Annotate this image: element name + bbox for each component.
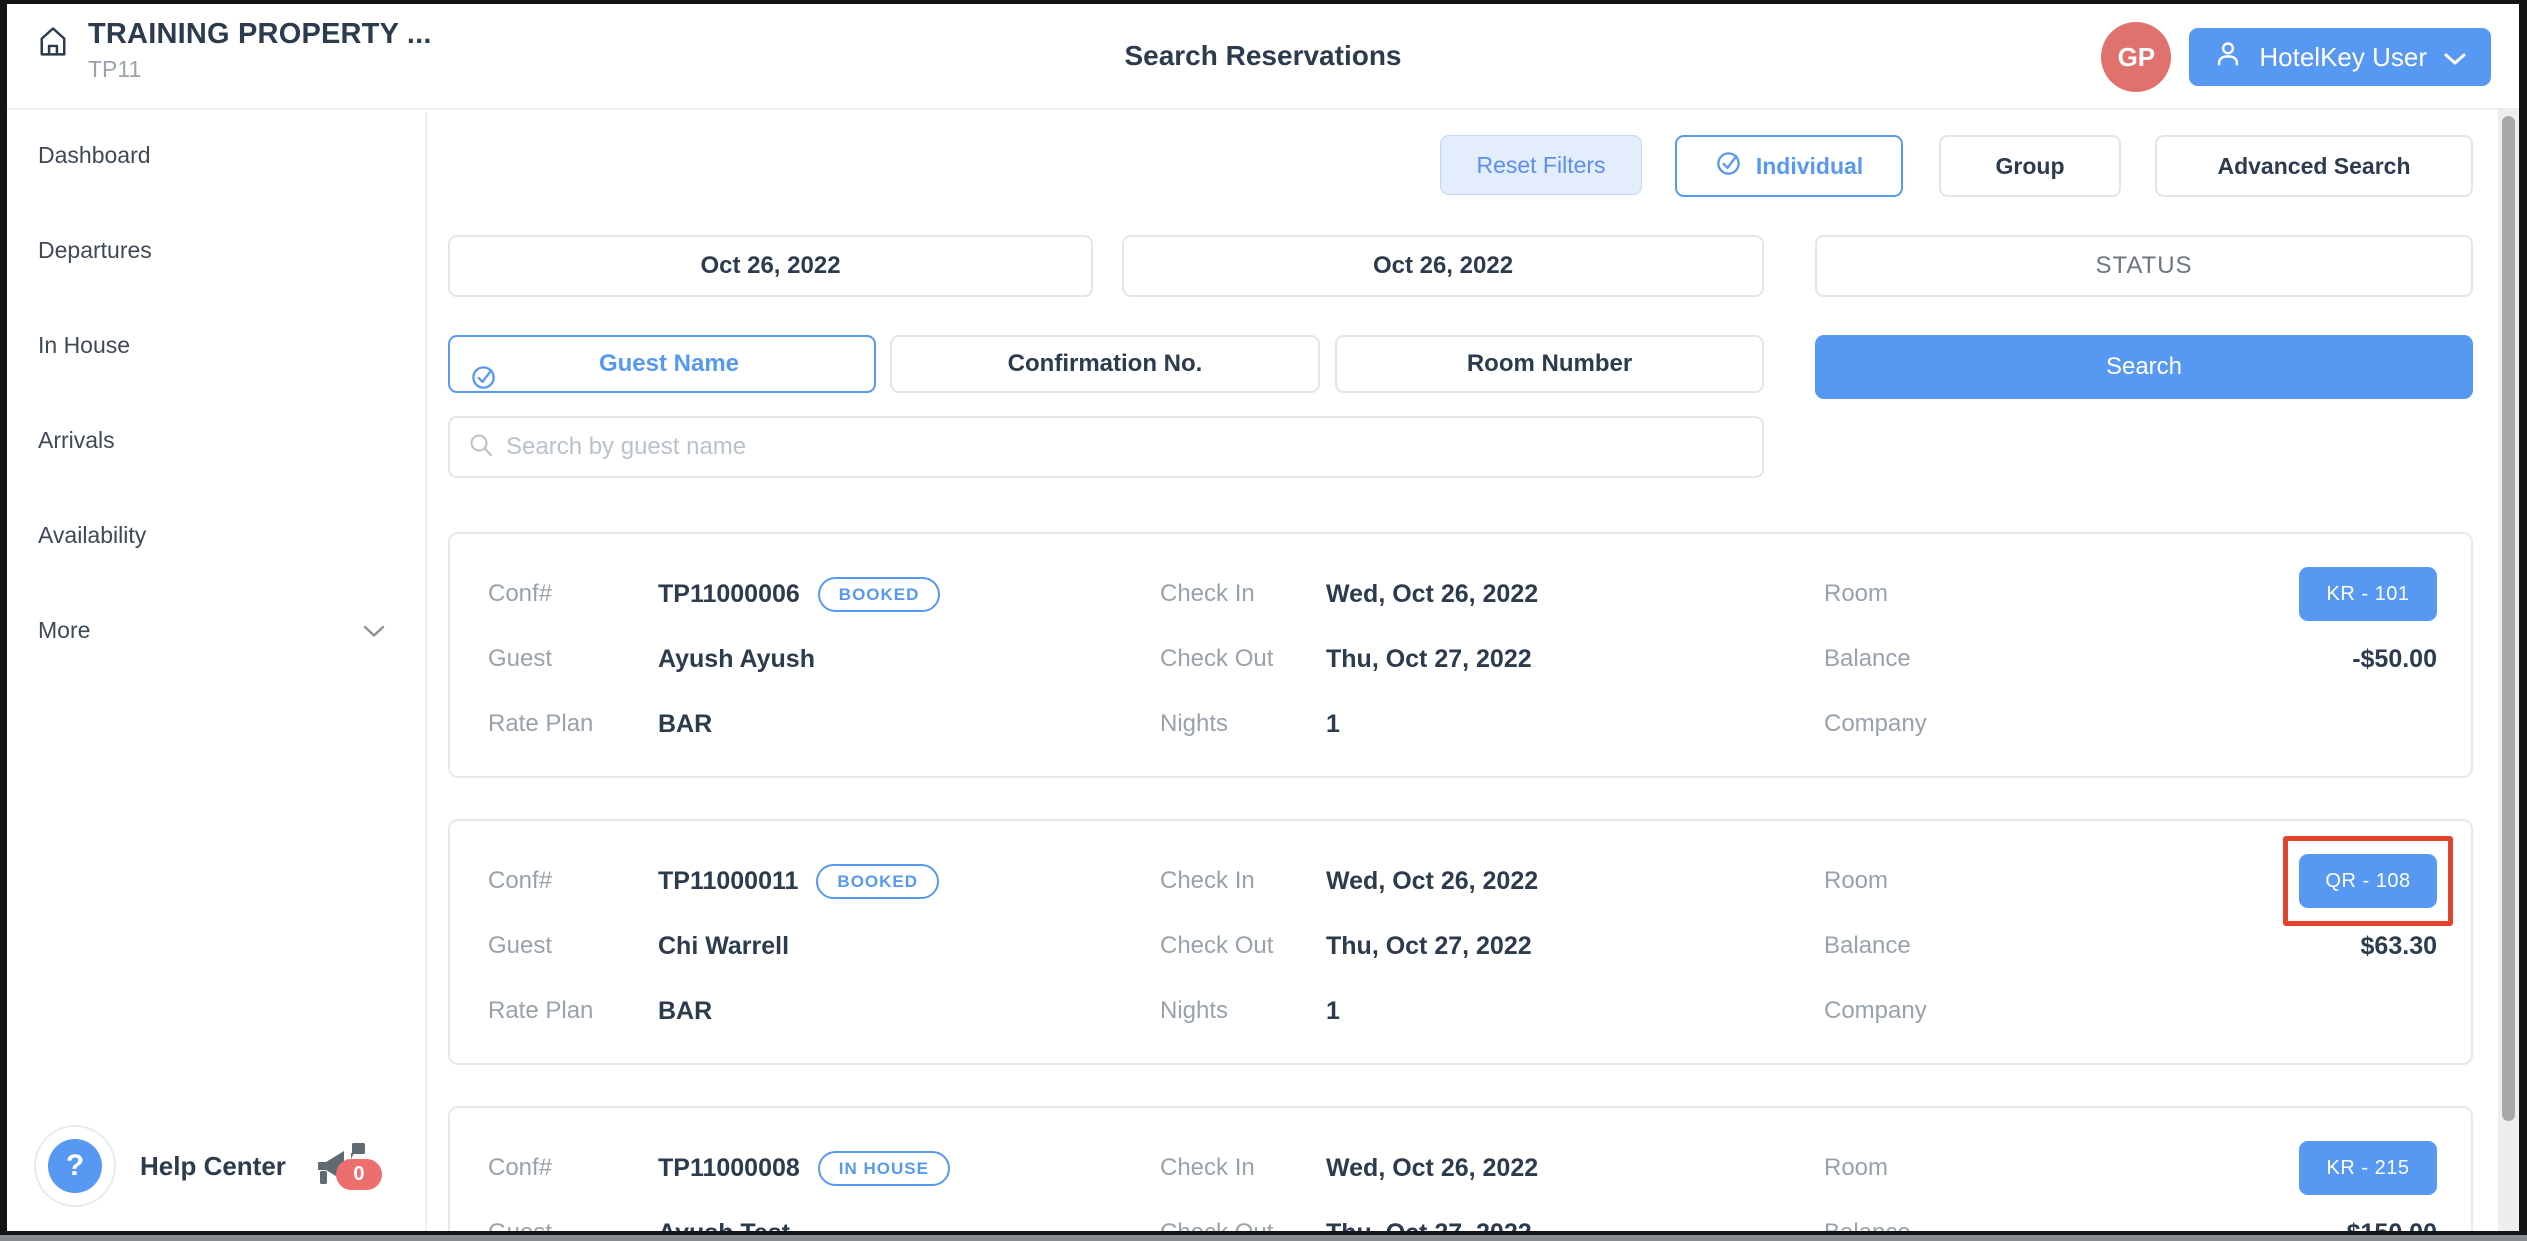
nights-label: Nights: [1160, 997, 1326, 1025]
scrollbar-thumb[interactable]: [2502, 116, 2515, 1121]
status-badge: BOOKED: [818, 577, 941, 612]
room-label: Room: [1824, 580, 1888, 608]
conf-label: Conf#: [488, 867, 658, 895]
rate-plan: BAR: [658, 997, 712, 1026]
check-in-label: Check In: [1160, 867, 1326, 895]
advanced-search-button[interactable]: Advanced Search: [2155, 135, 2473, 197]
rate-plan-label: Rate Plan: [488, 710, 658, 738]
guest-name: Ayush Ayush: [658, 645, 815, 674]
check-out-label: Check Out: [1160, 932, 1326, 960]
help-center-label: Help Center: [140, 1151, 286, 1182]
individual-tab[interactable]: Individual: [1675, 135, 1903, 197]
app-window: TRAINING PROPERTY ... TP11 Search Reserv…: [0, 0, 2527, 1235]
room-badge[interactable]: KR - 215: [2299, 1141, 2437, 1195]
group-tab[interactable]: Group: [1939, 135, 2121, 197]
sidebar-item-availability[interactable]: Availability: [38, 517, 385, 553]
user-menu-label: HotelKey User: [2259, 42, 2427, 73]
check-out-date: Thu, Oct 27, 2022: [1326, 1219, 1532, 1236]
screenshot-frame: TRAINING PROPERTY ... TP11 Search Reserv…: [0, 0, 2527, 1241]
room-number-tab[interactable]: Room Number: [1335, 335, 1764, 393]
conf-number: TP11000011: [658, 867, 798, 896]
reservation-card[interactable]: Conf# TP11000008 IN HOUSE Guest Ayush Te…: [448, 1106, 2473, 1235]
check-circle-icon: [1715, 150, 1742, 183]
chevron-down-icon: [2443, 42, 2467, 73]
sidebar-item-dashboard[interactable]: Dashboard: [38, 137, 385, 173]
status-badge: IN HOUSE: [818, 1151, 950, 1186]
person-icon: [2213, 39, 2243, 76]
help-center: ? Help Center 0: [34, 1124, 376, 1208]
balance-label: Balance: [1824, 1219, 1911, 1235]
search-icon: [468, 432, 494, 463]
guest-name: Chi Warrell: [658, 932, 789, 961]
avatar[interactable]: GP: [2101, 22, 2171, 92]
sidebar-item-departures[interactable]: Departures: [38, 232, 385, 268]
room-label: Room: [1824, 1154, 1888, 1182]
rate-plan-label: Rate Plan: [488, 997, 658, 1025]
check-out-date-field[interactable]: Oct 26, 2022: [1122, 235, 1764, 297]
reset-filters-button[interactable]: Reset Filters: [1440, 135, 1642, 195]
check-in-label: Check In: [1160, 580, 1326, 608]
check-in-date: Wed, Oct 26, 2022: [1326, 580, 1538, 609]
nights: 1: [1326, 997, 1340, 1026]
guest-search-box: [448, 416, 1764, 478]
nights: 1: [1326, 710, 1340, 739]
room-badge[interactable]: KR - 101: [2299, 567, 2437, 621]
check-out-date: Thu, Oct 27, 2022: [1326, 645, 1532, 674]
conf-number: TP11000006: [658, 580, 800, 609]
check-out-date: Thu, Oct 27, 2022: [1326, 932, 1532, 961]
top-header: TRAINING PROPERTY ... TP11 Search Reserv…: [7, 4, 2519, 110]
announcement-count-badge: 0: [336, 1159, 382, 1190]
status-select[interactable]: STATUS: [1815, 235, 2473, 297]
check-in-date-field[interactable]: Oct 26, 2022: [448, 235, 1093, 297]
help-center-button[interactable]: ?: [34, 1125, 116, 1207]
sidebar-item-arrivals[interactable]: Arrivals: [38, 422, 385, 458]
reservation-card[interactable]: Conf# TP11000011 BOOKED Guest Chi Warrel…: [448, 819, 2473, 1065]
chevron-down-icon: [363, 617, 385, 644]
conf-number: TP11000008: [658, 1154, 800, 1183]
conf-label: Conf#: [488, 580, 658, 608]
balance: -$50.00: [2352, 645, 2437, 674]
check-out-label: Check Out: [1160, 645, 1326, 673]
sidebar: Dashboard Departures In House Arrivals A…: [7, 112, 427, 1231]
room-badge[interactable]: QR - 108: [2299, 854, 2437, 908]
user-menu-button[interactable]: HotelKey User: [2189, 28, 2491, 86]
balance-label: Balance: [1824, 645, 1911, 673]
check-in-label: Check In: [1160, 1154, 1326, 1182]
rate-plan: BAR: [658, 710, 712, 739]
question-mark-icon: ?: [48, 1139, 102, 1193]
balance-label: Balance: [1824, 932, 1911, 960]
sidebar-item-in-house[interactable]: In House: [38, 327, 385, 363]
reservation-card[interactable]: Conf# TP11000006 BOOKED Guest Ayush Ayus…: [448, 532, 2473, 778]
announcements-button[interactable]: 0: [310, 1140, 376, 1192]
header-right: GP HotelKey User: [2101, 4, 2491, 110]
balance: $150.00: [2347, 1219, 2437, 1236]
guest-name-tab[interactable]: Guest Name: [448, 335, 876, 393]
room-label: Room: [1824, 867, 1888, 895]
guest-label: Guest: [488, 932, 658, 960]
check-out-label: Check Out: [1160, 1219, 1326, 1235]
company-label: Company: [1824, 710, 1927, 738]
scrollbar-track: [2498, 110, 2519, 1231]
guest-name: Ayush Test: [658, 1219, 790, 1236]
nights-label: Nights: [1160, 710, 1326, 738]
confirmation-no-tab[interactable]: Confirmation No.: [890, 335, 1320, 393]
sidebar-item-more[interactable]: More: [38, 612, 385, 648]
search-button[interactable]: Search: [1815, 335, 2473, 399]
search-input[interactable]: [506, 433, 1744, 461]
conf-label: Conf#: [488, 1154, 658, 1182]
guest-label: Guest: [488, 645, 658, 673]
check-in-date: Wed, Oct 26, 2022: [1326, 1154, 1538, 1183]
company-label: Company: [1824, 997, 1927, 1025]
balance: $63.30: [2361, 932, 2437, 961]
status-badge: BOOKED: [816, 864, 939, 899]
highlight-annotation: QR - 108: [2283, 836, 2453, 926]
guest-label: Guest: [488, 1219, 658, 1235]
check-in-date: Wed, Oct 26, 2022: [1326, 867, 1538, 896]
